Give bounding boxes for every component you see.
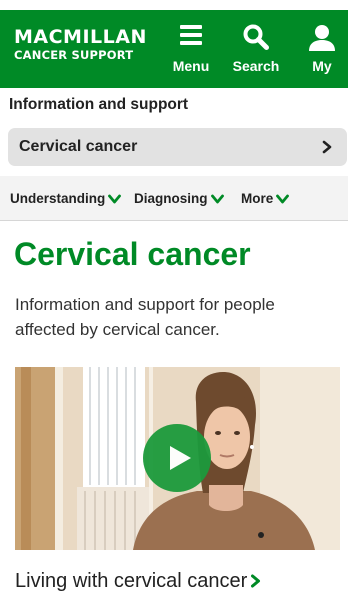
living-link-label: Living with cervical cancer <box>15 570 248 592</box>
section-heading: Information and support <box>9 96 189 113</box>
play-button[interactable] <box>143 424 211 492</box>
search-label: Search <box>232 58 280 74</box>
account-button[interactable]: My <box>296 20 348 80</box>
tab-diagnosing[interactable]: Diagnosing <box>134 191 224 206</box>
menu-label: Menu <box>172 58 210 74</box>
menu-button[interactable]: Menu <box>162 20 220 80</box>
account-label: My <box>312 58 332 74</box>
chevron-right-icon <box>251 574 261 588</box>
topic-selector[interactable]: Cervical cancer <box>8 128 347 166</box>
tab-understanding[interactable]: Understanding <box>10 191 122 206</box>
living-with-cervical-cancer-link[interactable]: Living with cervical cancer <box>15 570 261 593</box>
logo-line-2: CANCER SUPPORT <box>14 48 134 62</box>
chevron-down-icon <box>210 194 224 204</box>
user-icon <box>308 24 336 57</box>
topic-selector-label: Cervical cancer <box>19 138 138 155</box>
page-title: Cervical cancer <box>14 236 251 272</box>
search-button[interactable]: Search <box>224 20 288 80</box>
macmillan-logo[interactable]: MACMILLAN CANCER SUPPORT <box>14 28 147 62</box>
play-icon <box>170 446 191 470</box>
hamburger-icon <box>180 24 202 51</box>
site-header: MACMILLAN CANCER SUPPORT Menu Search My <box>0 0 348 94</box>
chevron-down-icon <box>108 194 122 204</box>
search-icon <box>243 24 269 55</box>
tab-diagnosing-label: Diagnosing <box>134 191 208 206</box>
logo-line-1: MACMILLAN <box>14 26 147 48</box>
section-heading-bar: Information and support <box>0 94 348 118</box>
tab-more-label: More <box>241 191 274 206</box>
page-intro: Information and support for people affec… <box>15 295 275 339</box>
chevron-right-icon <box>321 140 333 154</box>
chevron-down-icon <box>276 194 290 204</box>
tab-more[interactable]: More <box>241 191 290 206</box>
tab-understanding-label: Understanding <box>10 191 106 206</box>
divider <box>0 220 348 221</box>
